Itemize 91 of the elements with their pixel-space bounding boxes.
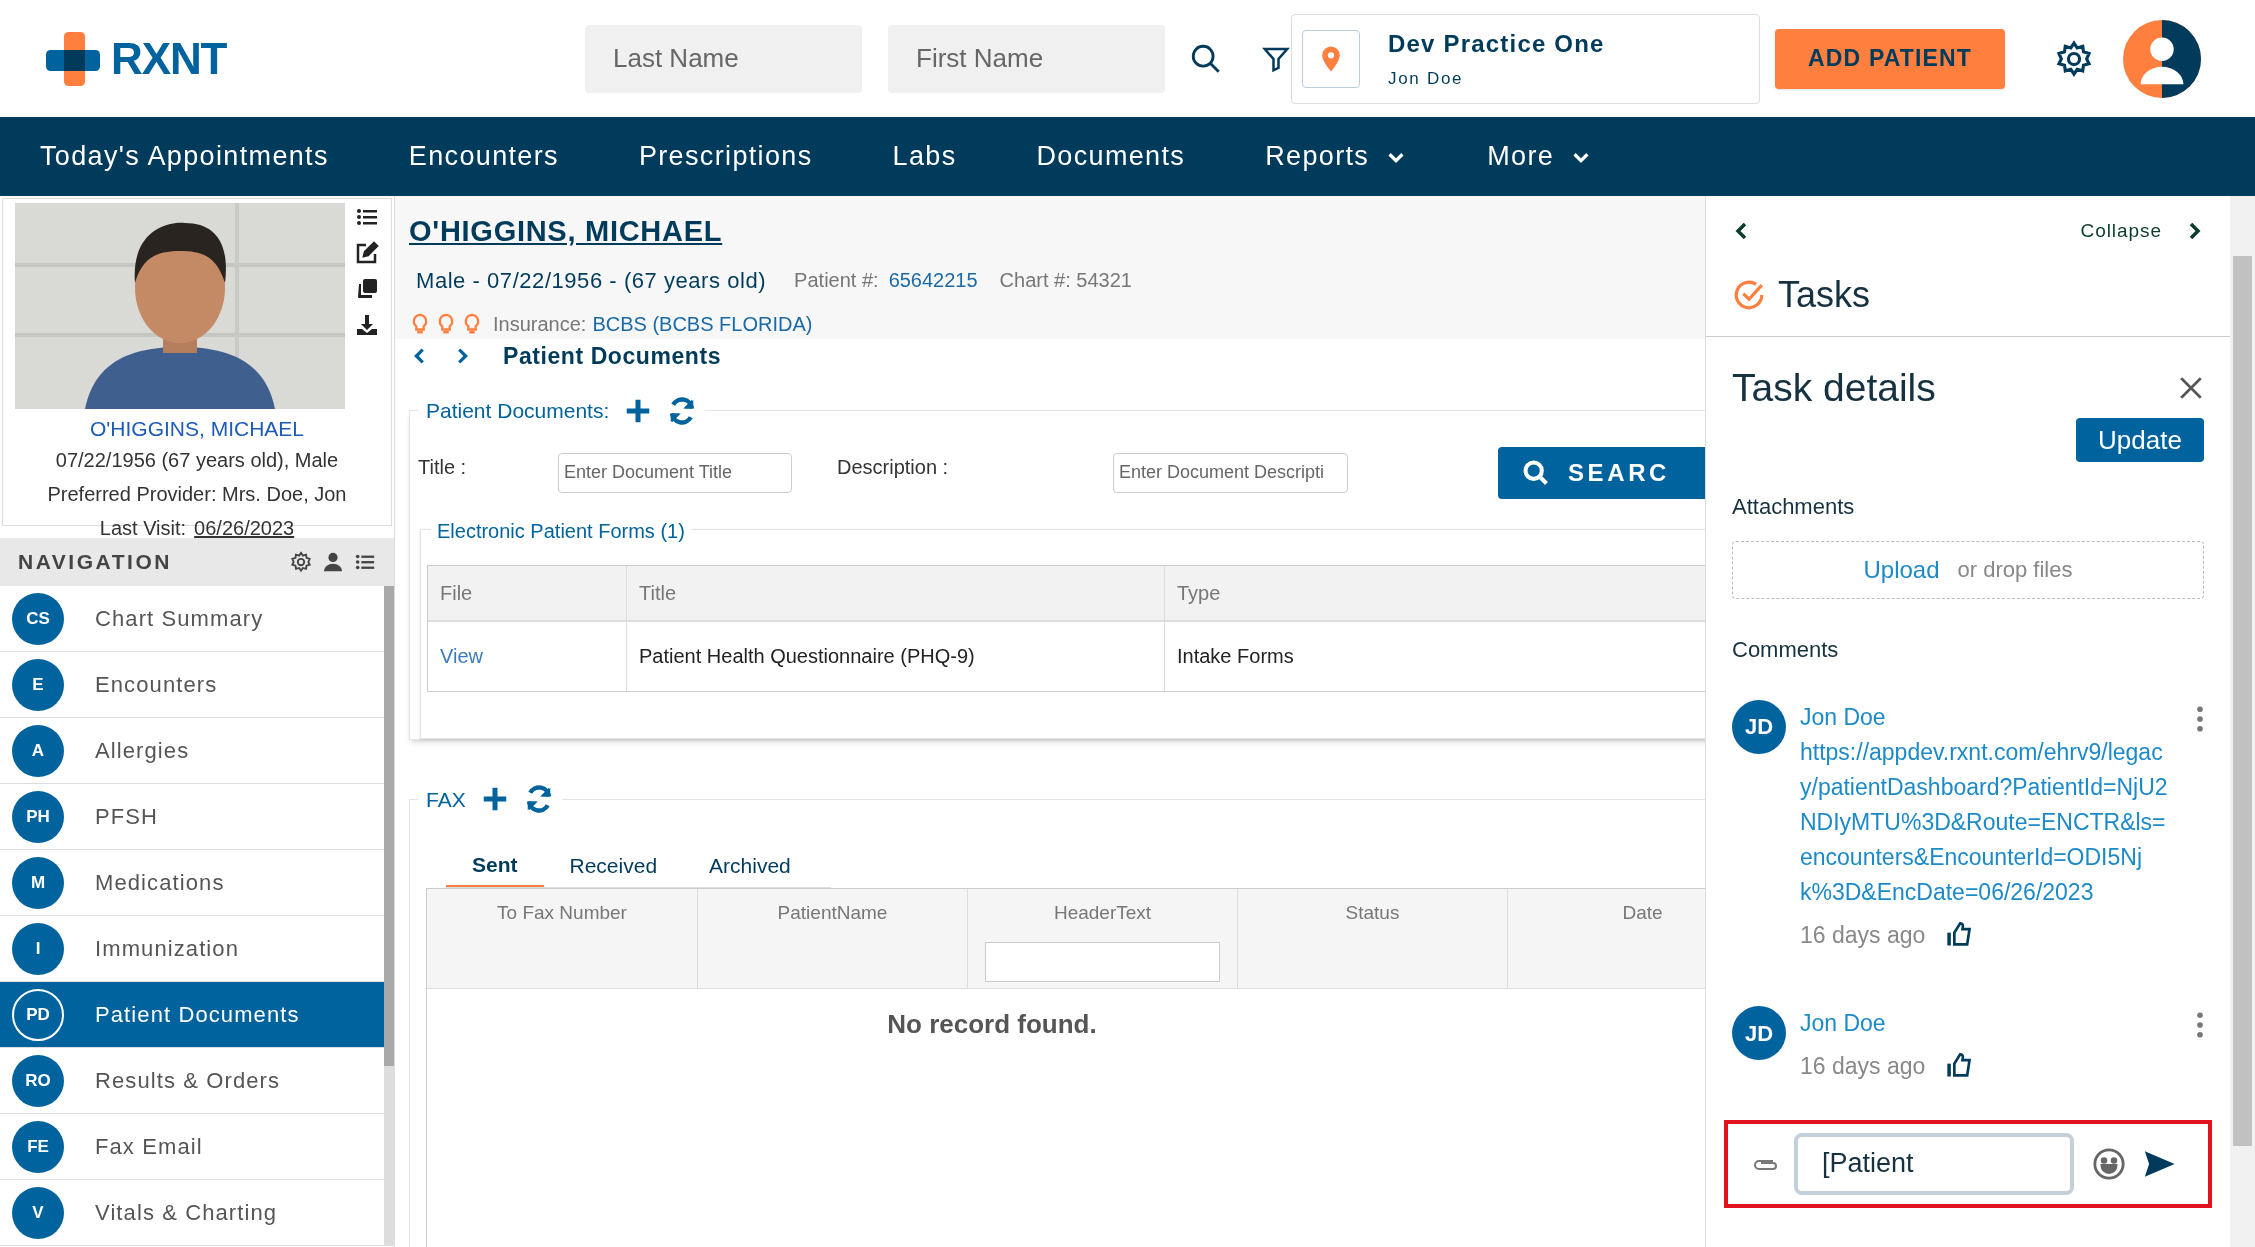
attachments-label: Attachments	[1732, 492, 1856, 521]
column-header: File	[439, 580, 474, 606]
column-header: Date	[1622, 901, 1663, 925]
fax-tab[interactable]: Archived	[683, 845, 817, 887]
search-icon	[1522, 458, 1550, 487]
patient-name-link[interactable]: O'HIGGINS, MICHAEL	[409, 210, 1705, 254]
initials-avatar: JD	[1732, 699, 1786, 754]
demographics-text: Male - 07/22/1956 - (67 years old)	[416, 266, 767, 295]
table-cell: Patient Health Questionnaire (PHQ-9)	[626, 621, 1164, 691]
emoji-icon[interactable]	[2092, 1146, 2126, 1181]
comment-field[interactable]: [Patient	[1794, 1132, 2074, 1195]
menu-item[interactable]: Documents	[1036, 136, 1186, 177]
add-patient-button[interactable]: ADD PATIENT	[1775, 28, 2005, 89]
filter-field[interactable]	[985, 941, 1220, 982]
column-header: Status	[1345, 901, 1400, 925]
view-link[interactable]: View	[440, 641, 483, 671]
documents-legend: Patient Documents:	[426, 395, 610, 427]
settings-icon[interactable]	[290, 551, 312, 573]
abbreviation-badge: CS	[12, 592, 64, 645]
empty-message: No record found.	[887, 1008, 1097, 1041]
search-button[interactable]: SEARC	[1498, 446, 1705, 499]
last-visit-label: Last Visit:	[99, 515, 187, 541]
insurance-label: Insurance:	[493, 311, 587, 337]
practice-selector[interactable]: Dev Practice One Jon Doe	[1291, 13, 1760, 104]
upload-drop-zone[interactable]: Upload or drop files	[1732, 540, 2204, 599]
abbreviation-badge: M	[12, 856, 64, 909]
navigation-title: NAVIGATION	[18, 549, 172, 576]
abbreviation-badge: PH	[12, 790, 64, 843]
tasks-title: Tasks	[1778, 273, 1871, 317]
initials-avatar: JD	[1732, 1006, 1786, 1060]
patient-number-link[interactable]: 65642215	[888, 265, 978, 295]
column-header: PatientName	[777, 901, 888, 925]
drop-files-text: or drop files	[1957, 556, 2073, 584]
copy-icon[interactable]	[355, 277, 379, 301]
practice-user: Jon Doe	[1388, 67, 1465, 90]
comment-author[interactable]: Jon Doe	[1800, 699, 2170, 735]
more-options-icon[interactable]	[2196, 1012, 2204, 1038]
patient-number-label: Patient #:	[794, 268, 879, 293]
chart-number-text: Chart #: 54321	[999, 268, 1132, 293]
navigation-item[interactable]: PD Patient Documents	[0, 982, 385, 1048]
fax-tab[interactable]: Received	[543, 845, 684, 887]
abbreviation-badge: V	[12, 1186, 64, 1239]
insurance-link[interactable]: BCBS (BCBS FLORIDA)	[592, 308, 813, 339]
menu-item[interactable]: Encounters	[408, 136, 559, 177]
patient-birth-text: 07/22/1956 (67 years old), Male	[55, 447, 339, 473]
collapse-link[interactable]: Collapse	[2080, 216, 2162, 246]
edit-icon[interactable]	[355, 241, 379, 265]
abbreviation-badge: FE	[12, 1120, 64, 1173]
check-circle-icon	[1732, 278, 1766, 312]
upload-link[interactable]: Upload	[1863, 551, 1940, 588]
thumbs-up-icon[interactable]	[1945, 920, 1974, 949]
abbreviation-badge: E	[12, 658, 64, 711]
comments-label: Comments	[1732, 635, 1840, 664]
menu-item[interactable]: Today's Appointments	[40, 136, 329, 177]
title-field[interactable]: Enter Document Title	[558, 452, 792, 493]
download-icon[interactable]	[355, 313, 379, 337]
menu-item[interactable]: Labs	[892, 136, 957, 177]
column-header: Title	[626, 565, 1164, 620]
title-label: Title :	[418, 454, 468, 480]
more-options-icon[interactable]	[2196, 705, 2204, 732]
comment-link[interactable]: https://appdev.rxnt.com/ehrv9/legacy/patientDashboard?PatientId=NjU2NDIyMTU%3D&Route=ENCTR&ls=encounters&EncounterId=ODI5Njk%3D&EncDate=06/26/2023	[1800, 734, 2170, 910]
logo-text: RXNT	[111, 32, 227, 85]
comment-time: 16 days ago	[1800, 1052, 1926, 1081]
abbreviation-badge: A	[12, 724, 64, 777]
user-avatar-icon[interactable]	[2123, 19, 2201, 98]
menu-item[interactable]: Reports	[1265, 136, 1408, 177]
comment-time: 16 days ago	[1800, 920, 1926, 950]
first-name-field[interactable]: First Name	[888, 24, 1165, 93]
fax-legend: FAX	[426, 783, 466, 815]
description-label: Description :	[837, 454, 950, 480]
last-visit-link[interactable]: 06/26/2023	[194, 512, 295, 543]
person-icon[interactable]	[322, 551, 344, 573]
abbreviation-badge: RO	[12, 1054, 64, 1107]
menu-item[interactable]: Prescriptions	[638, 136, 813, 177]
patient-name-link[interactable]: O'HIGGINS, MICHAEL	[89, 413, 304, 445]
task-details-title: Task details	[1732, 365, 1936, 411]
breadcrumb-title: Patient Documents	[503, 341, 722, 371]
practice-name: Dev Practice One	[1388, 28, 1605, 59]
column-header: HeaderText	[1053, 901, 1152, 925]
abbreviation-badge: PD	[12, 988, 64, 1041]
last-name-field[interactable]: Last Name	[585, 24, 862, 93]
menu-item[interactable]: More	[1487, 136, 1593, 177]
abbreviation-badge: I	[12, 922, 64, 975]
location-pin-icon	[1302, 29, 1360, 88]
fax-tab[interactable]: Sent	[446, 845, 544, 887]
settings-icon[interactable]	[2055, 39, 2093, 78]
comment-author[interactable]: Jon Doe	[1800, 1006, 2170, 1041]
update-button[interactable]: Update	[2076, 417, 2204, 462]
column-header: To Fax Number	[497, 901, 627, 925]
description-field[interactable]: Enter Document Descripti	[1113, 452, 1348, 493]
preferred-provider-text: Preferred Provider: Mrs. Doe, Jon	[47, 481, 347, 507]
